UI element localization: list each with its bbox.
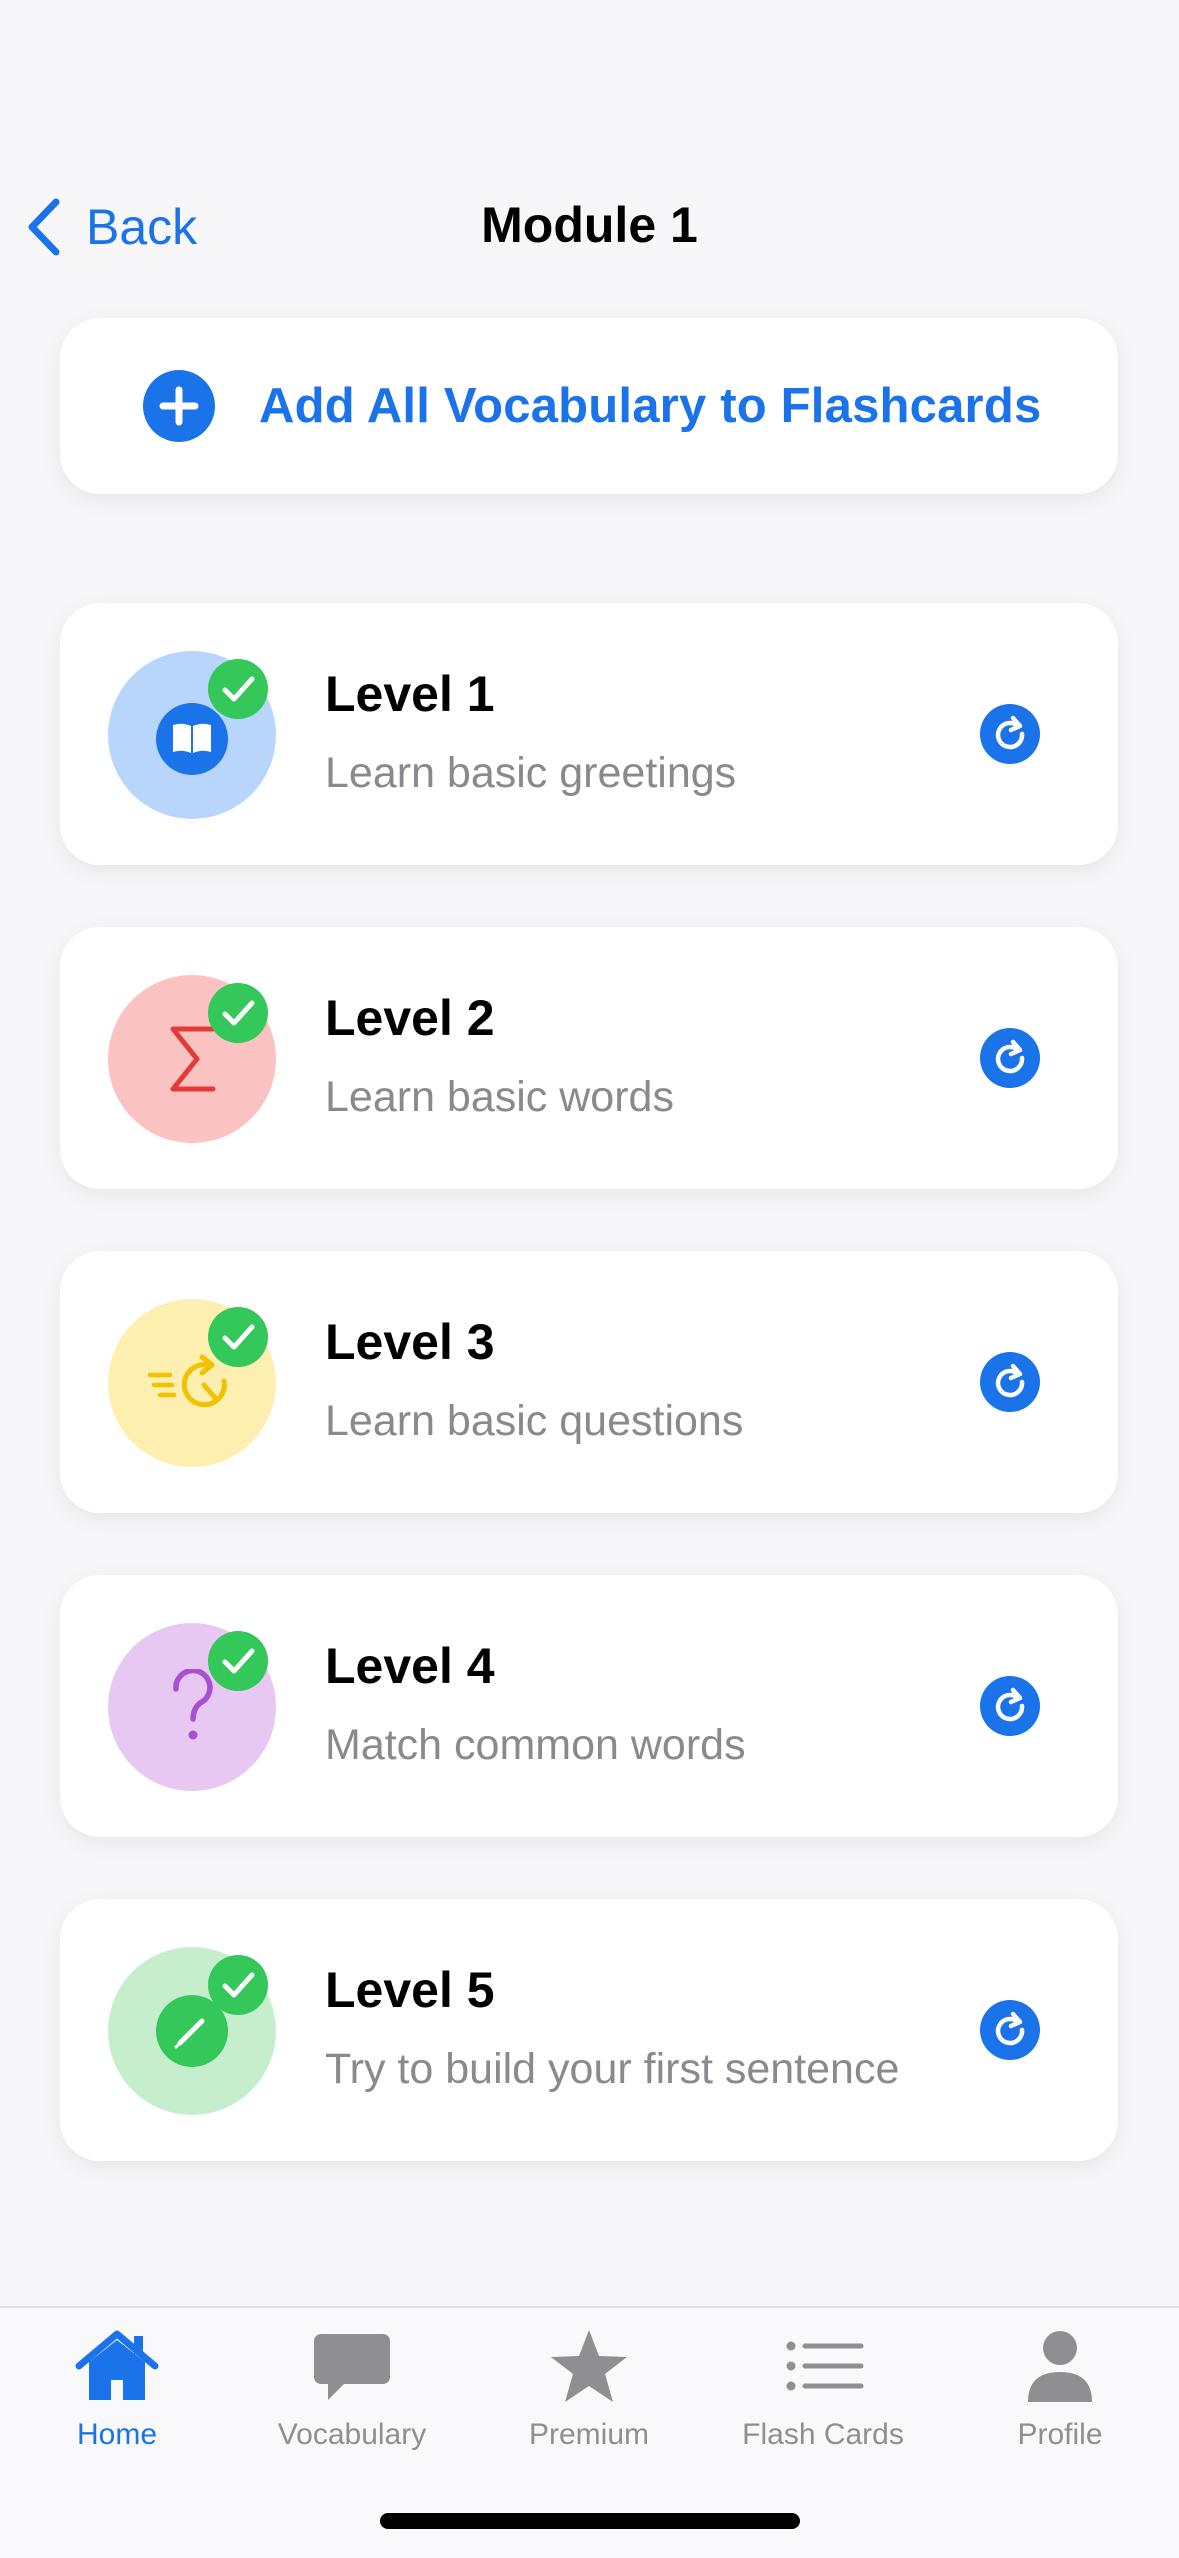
star-icon (551, 2330, 627, 2402)
tab-label: Flash Cards (742, 2418, 904, 2451)
refresh-icon[interactable] (980, 2000, 1040, 2060)
checkmark-icon (208, 1631, 268, 1691)
level-title: Level 2 (325, 990, 495, 1046)
level-card-3[interactable]: Level 3 Learn basic questions (60, 1251, 1118, 1513)
level-card-5[interactable]: Level 5 Try to build your first sentence (60, 1899, 1118, 2161)
tab-home[interactable]: Home (7, 2326, 227, 2452)
refresh-icon[interactable] (980, 1352, 1040, 1412)
tab-profile[interactable]: Profile (950, 2326, 1170, 2452)
refresh-icon[interactable] (980, 1676, 1040, 1736)
list-icon (786, 2341, 864, 2391)
level-subtitle: Learn basic greetings (325, 749, 737, 797)
add-all-vocabulary-button[interactable]: Add All Vocabulary to Flashcards (60, 318, 1118, 494)
level-subtitle: Match common words (325, 1721, 746, 1769)
tab-label: Profile (1017, 2418, 1103, 2451)
add-all-label: Add All Vocabulary to Flashcards (259, 379, 1042, 433)
tab-premium[interactable]: Premium (479, 2326, 699, 2452)
plus-circle-icon (143, 370, 215, 442)
tab-label: Premium (528, 2418, 649, 2451)
level-subtitle: Learn basic questions (325, 1397, 744, 1445)
refresh-icon[interactable] (980, 1028, 1040, 1088)
chat-bubble-icon (314, 2334, 390, 2400)
refresh-icon[interactable] (980, 704, 1040, 764)
page-title: Module 1 (481, 197, 698, 253)
tab-vocabulary[interactable]: Vocabulary (242, 2326, 462, 2452)
tab-flash-cards[interactable]: Flash Cards (713, 2326, 933, 2452)
level-card-4[interactable]: Level 4 Match common words (60, 1575, 1118, 1837)
level-title: Level 5 (325, 1962, 495, 2018)
person-icon (1028, 2331, 1092, 2402)
home-indicator[interactable] (380, 2513, 800, 2529)
level-title: Level 4 (325, 1638, 495, 1694)
checkmark-icon (208, 659, 268, 719)
level-card-2[interactable]: Level 2 Learn basic words (60, 927, 1118, 1189)
level-subtitle: Try to build your first sentence (325, 2045, 900, 2093)
level-title: Level 3 (325, 1314, 495, 1370)
level-title: Level 1 (325, 666, 495, 722)
tab-label: Home (76, 2418, 158, 2451)
checkmark-icon (208, 1955, 268, 2015)
checkmark-icon (208, 1307, 268, 1367)
navigation-bar: Back Module 1 (0, 170, 1179, 285)
tab-label: Vocabulary (277, 2418, 427, 2451)
home-icon (75, 2330, 159, 2400)
level-subtitle: Learn basic words (325, 1073, 674, 1121)
level-card-1[interactable]: Level 1 Learn basic greetings (60, 603, 1118, 865)
checkmark-icon (208, 983, 268, 1043)
